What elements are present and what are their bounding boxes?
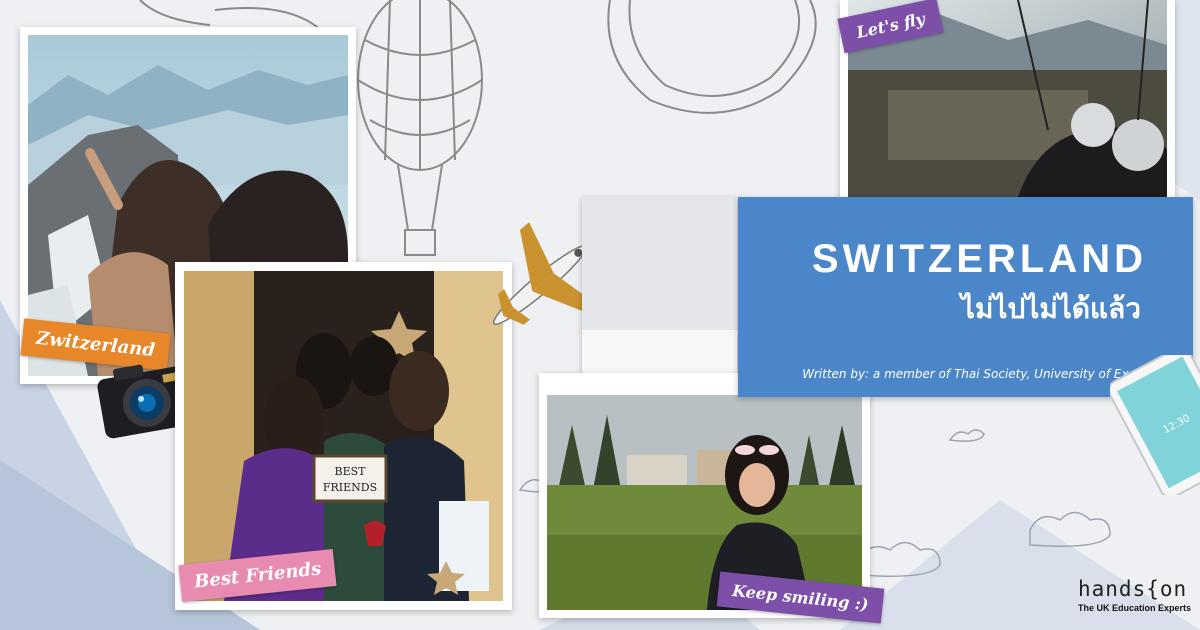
brand-name: hands{on bbox=[1078, 577, 1188, 601]
sign-text-line: FRIENDS bbox=[323, 481, 377, 494]
blank-note-card bbox=[582, 197, 737, 397]
page-subtitle: ไม่ไปไม่ได้แล้ว bbox=[960, 292, 1141, 325]
brand-logo: hands{on The UK Education Experts bbox=[1078, 577, 1191, 613]
photo-card-friends: BEST FRIENDS bbox=[175, 262, 512, 610]
hot-air-balloon-sketch bbox=[357, 0, 483, 256]
brand-tagline: The UK Education Experts bbox=[1078, 603, 1192, 613]
sign-text-line: BEST bbox=[335, 465, 367, 478]
byline: Written by: a member of Thai Society, Un… bbox=[802, 367, 1153, 381]
friends-scene: BEST FRIENDS bbox=[184, 271, 503, 601]
smiling-photo bbox=[547, 395, 862, 610]
tablet-device: 12:30 bbox=[1110, 355, 1200, 495]
friends-photo: BEST FRIENDS bbox=[184, 271, 503, 601]
page-title: SWITZERLAND bbox=[811, 237, 1147, 281]
smiling-scene bbox=[547, 395, 862, 610]
